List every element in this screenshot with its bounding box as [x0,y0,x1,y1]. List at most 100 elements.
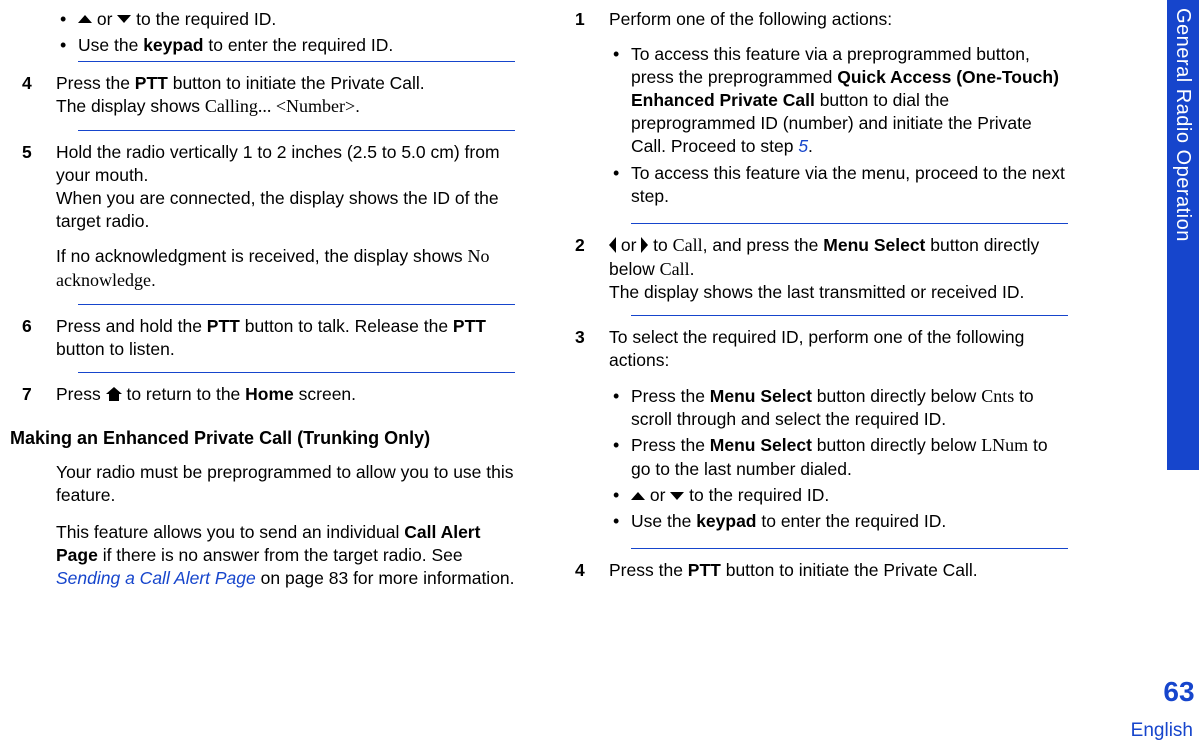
step-number: 5 [22,141,56,293]
step-4: 4 Press the PTT button to initiate the P… [575,555,1068,591]
divider [78,130,515,131]
text: To access this feature via the menu, pro… [631,163,1065,206]
text-bold: keypad [143,35,203,55]
text-bold: PTT [688,560,721,580]
left-column: or to the required ID. Use the keypad to… [0,0,545,749]
list-item: To access this feature via the menu, pro… [609,162,1068,208]
display-text: Cnts [981,386,1014,406]
text: or [92,9,117,29]
step-body: Press the PTT button to initiate the Pri… [56,72,515,119]
display-text: Calling... <Number> [205,96,355,116]
text: . [808,136,813,156]
section-heading: Making an Enhanced Private Call (Trunkin… [10,427,515,451]
text-block: If no acknowledgment is received, the di… [56,245,515,293]
step-number: 1 [575,8,609,212]
text: to enter the required ID. [757,511,947,531]
text-bold: Menu Select [710,386,812,406]
text: Hold the radio vertically 1 to 2 inches … [56,141,515,187]
step-number: 6 [22,315,56,361]
list-item: Use the keypad to enter the required ID. [56,34,515,57]
step-body: Perform one of the following actions: To… [609,8,1068,212]
list-item: To access this feature via a preprogramm… [609,43,1068,158]
step-number: 2 [575,234,609,305]
text: to enter the required ID. [204,35,394,55]
step-body: To select the required ID, perform one o… [609,326,1068,537]
text: If no acknowledgment is received, the di… [56,246,467,266]
divider [631,548,1068,549]
list-item: or to the required ID. [609,484,1068,507]
down-icon [117,15,131,23]
step-body: Press to return to the Home screen. [56,383,515,406]
divider [631,223,1068,224]
up-icon [631,492,645,500]
up-icon [78,15,92,23]
text: or [645,485,670,505]
step-4: 4 Press the PTT button to initiate the P… [22,68,515,128]
text: to the required ID. [131,9,276,29]
text: or [616,235,641,255]
text: Press [56,384,106,404]
text: To select the required ID, perform one o… [609,326,1068,372]
text-bold: Home [245,384,294,404]
text: Press the [56,73,135,93]
language-label: English [1131,718,1193,743]
side-tab-label: General Radio Operation [1170,8,1196,242]
text: to [648,235,672,255]
text: button to initiate the Private Call. [721,560,978,580]
text-bold: PTT [207,316,240,336]
text: Press the [631,435,710,455]
step-7: 7 Press to return to the Home screen. [22,379,515,415]
divider [78,372,515,373]
step-1: 1 Perform one of the following actions: … [575,4,1068,221]
page-body: or to the required ID. Use the keypad to… [0,0,1199,749]
text: button directly below [812,435,981,455]
list-item: or to the required ID. [56,8,515,31]
text: Use the [631,511,696,531]
text: . [151,270,156,290]
divider [78,304,515,305]
step-number: 4 [22,72,56,119]
step-2: 2 or to Call, and press the Menu Select … [575,230,1068,314]
text: button to initiate the Private Call. [168,73,425,93]
text: to the required ID. [684,485,829,505]
text: The display shows the last transmitted o… [609,282,1024,302]
step-number: 3 [575,326,609,537]
text: screen. [294,384,356,404]
display-text: Call [673,235,703,255]
text: if there is no answer from the target ra… [98,545,463,565]
text: button to listen. [56,339,175,359]
text: . [690,259,695,279]
text-bold: Menu Select [710,435,812,455]
down-icon [670,492,684,500]
home-icon [106,387,122,401]
cross-reference-link[interactable]: 5 [798,136,808,156]
step-number: 7 [22,383,56,406]
step-body: Hold the radio vertically 1 to 2 inches … [56,141,515,293]
step-body: Press and hold the PTT button to talk. R… [56,315,515,361]
text: to return to the [122,384,246,404]
divider [78,61,515,62]
text: , and press the [703,235,824,255]
step-body: Press the PTT button to initiate the Pri… [609,559,1068,582]
text-bold: PTT [135,73,168,93]
text: Press the [631,386,710,406]
display-text: Call [660,259,690,279]
text: Perform one of the following actions: [609,8,1068,31]
paragraph: Your radio must be preprogrammed to allo… [56,461,515,507]
display-text: LNum [981,435,1028,455]
left-icon [609,237,616,253]
text: Use the [78,35,143,55]
step-6: 6 Press and hold the PTT button to talk.… [22,311,515,370]
step-number: 4 [575,559,609,582]
text: button to talk. Release the [240,316,453,336]
step3-bullets-continued: or to the required ID. Use the keypad to… [22,8,515,57]
step-5: 5 Hold the radio vertically 1 to 2 inche… [22,137,515,302]
list-item: Press the Menu Select button directly be… [609,434,1068,481]
side-tab: General Radio Operation [1167,0,1199,470]
text-bold: Menu Select [823,235,925,255]
page-number: 63 [1159,674,1199,711]
text: on page 83 for more information. [256,568,515,588]
text: When you are connected, the display show… [56,187,515,233]
step-3: 3 To select the required ID, perform one… [575,322,1068,546]
cross-reference-link[interactable]: Sending a Call Alert Page [56,568,256,588]
